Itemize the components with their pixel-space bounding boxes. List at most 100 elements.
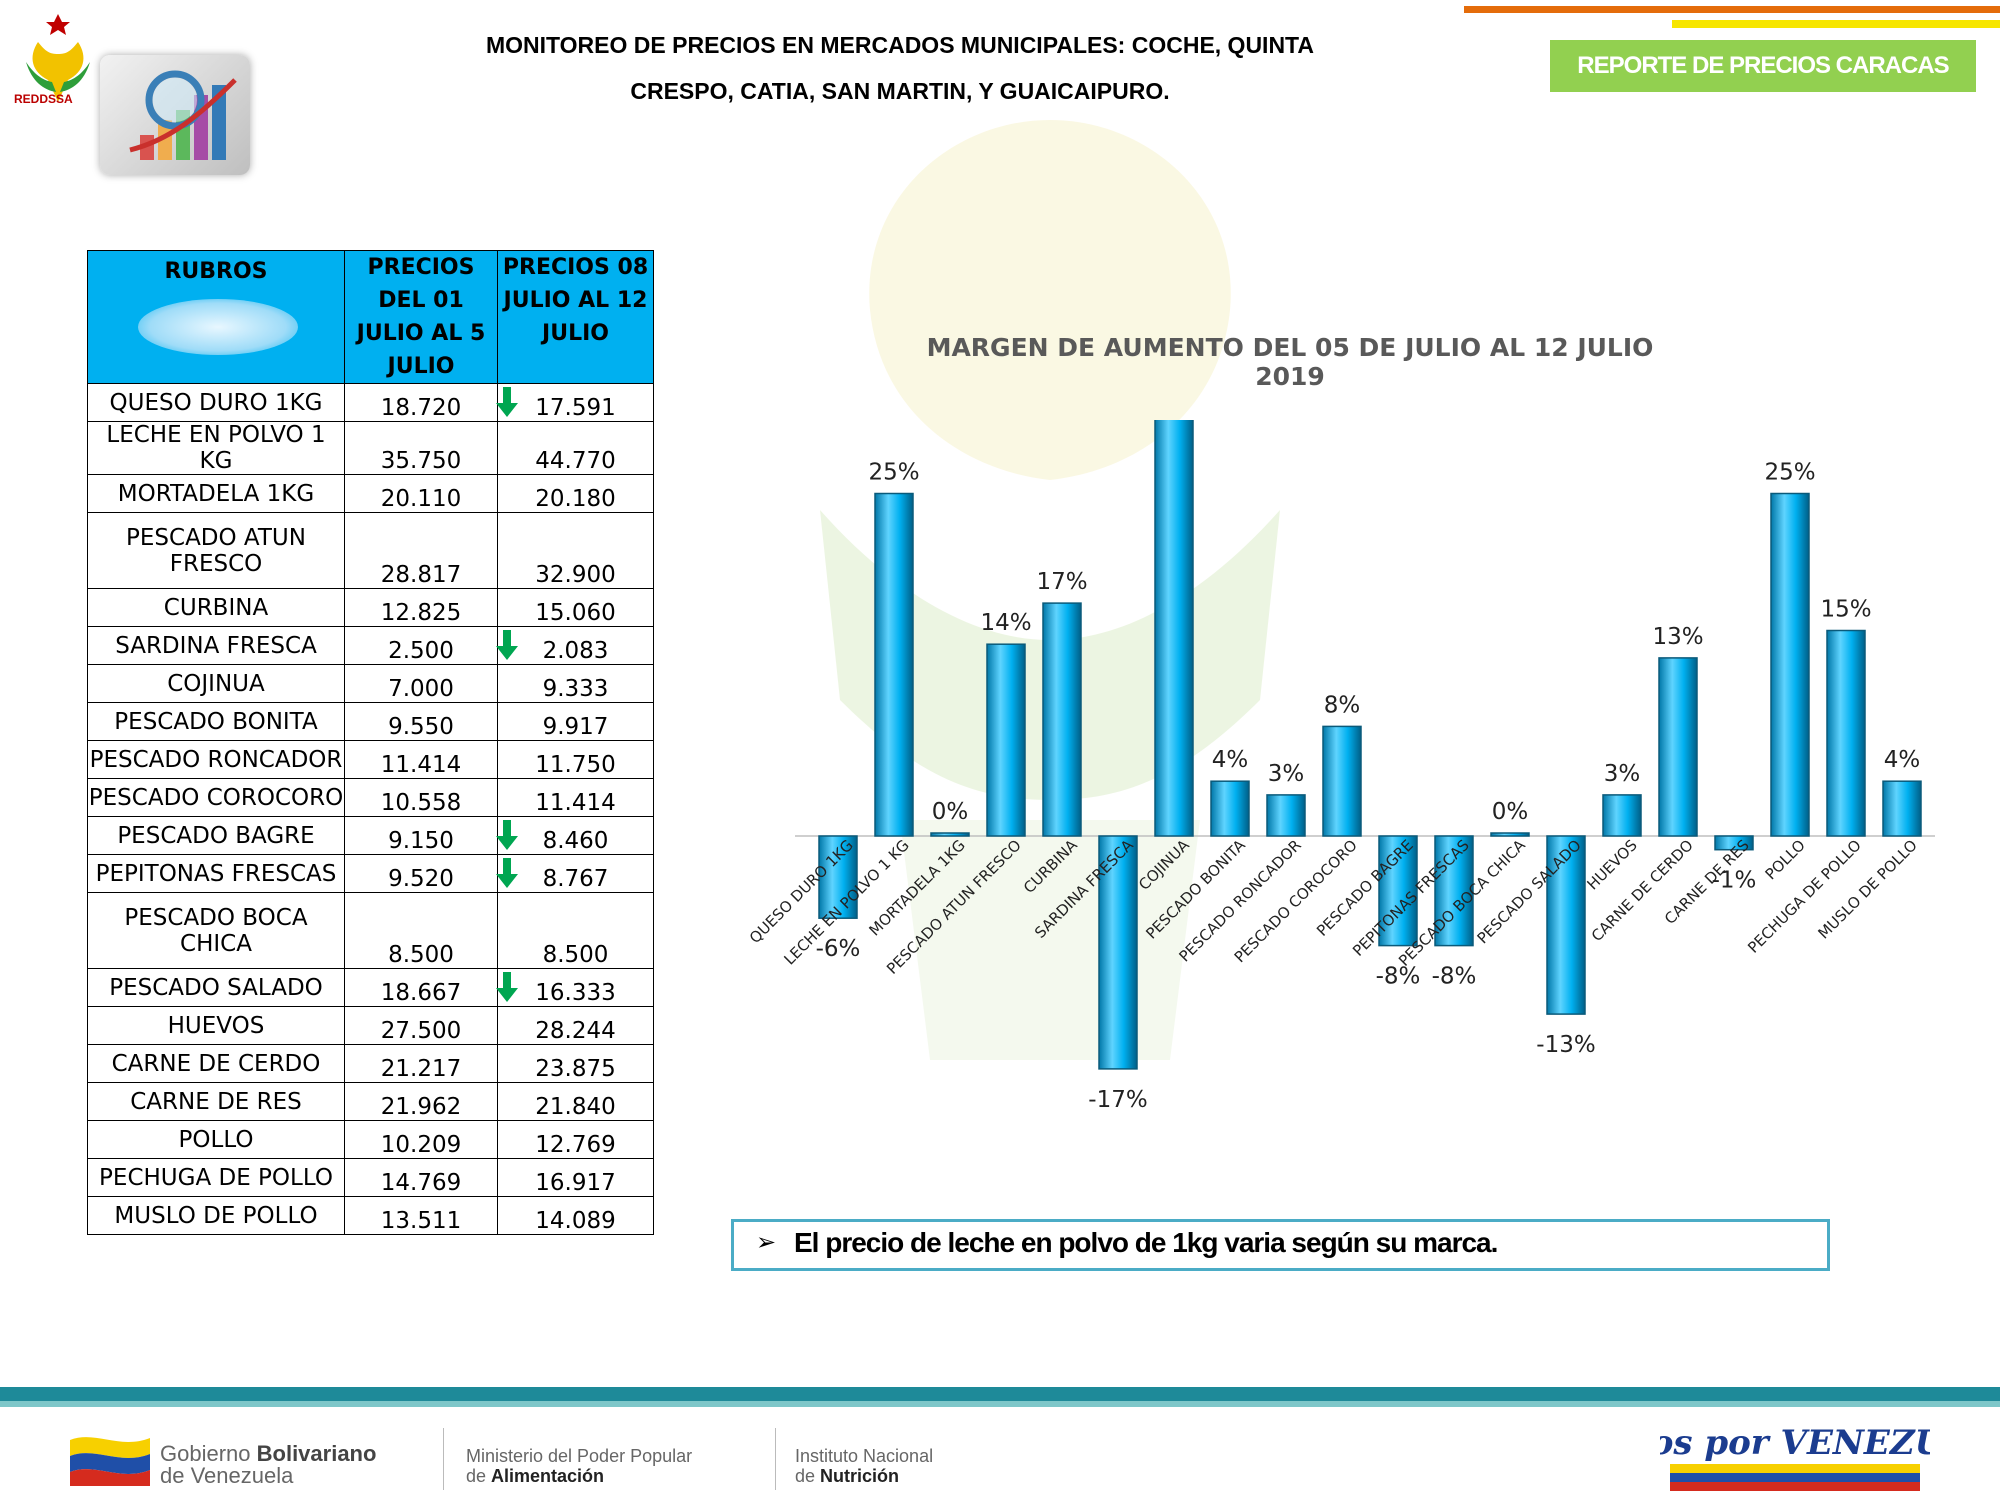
header-prices-week1: PRECIOS DEL 01 JULIO AL 5 JULIO [344, 250, 498, 384]
price-week2-cell: 8.767 [496, 854, 654, 893]
header-rubros: RUBROS [87, 250, 345, 384]
category-label: CARNE DE CERDO [1588, 836, 1697, 945]
bar-data-label: 25% [1764, 460, 1815, 486]
table-row: CURBINA 12.825 15.060 [87, 588, 654, 627]
table-row: MUSLO DE POLLO 13.511 14.089 [87, 1196, 654, 1235]
rubro-name: MORTADELA 1KG [87, 474, 345, 513]
bar [1826, 629, 1866, 837]
down-arrow-icon [496, 858, 518, 888]
bar [1154, 420, 1194, 837]
institute-line2-b: Nutrición [820, 1466, 900, 1486]
bar-data-label: 3% [1268, 761, 1305, 787]
category-label: PESCADO BONITA [1142, 836, 1249, 943]
report-tag: REPORTE DE PRECIOS CARACAS [1550, 40, 1976, 92]
juntos-por-venezuela-logo: Juntos por VENEZUELA [1660, 1423, 1930, 1491]
food-banner-image [138, 299, 298, 355]
price-week2: 11.414 [535, 790, 616, 816]
chart-title: MARGEN DE AUMENTO DEL 05 DE JULIO AL 12 … [926, 333, 1654, 391]
category-label: HUEVOS [1584, 836, 1641, 893]
bar [1490, 832, 1530, 837]
rubro-name: CARNE DE CERDO [87, 1044, 345, 1083]
rubro-name: COJINUA [87, 664, 345, 703]
price-week2-cell: 44.770 [497, 421, 654, 475]
rubro-name: PESCADO RONCADOR [87, 740, 345, 779]
bar-data-label: -13% [1536, 1032, 1595, 1058]
bar-data-label: 13% [1652, 624, 1703, 650]
table-row: PESCADO BONITA 9.550 9.917 [87, 702, 654, 741]
top-yellow-bar [1672, 20, 2000, 28]
bar [930, 832, 970, 837]
bar-data-label: 3% [1604, 761, 1641, 787]
rubro-name: PESCADO SALADO [87, 968, 345, 1007]
price-week1: 21.962 [344, 1082, 498, 1121]
table-row: PECHUGA DE POLLO 14.769 16.917 [87, 1158, 654, 1197]
bar-data-label: 4% [1212, 747, 1249, 773]
price-week1: 9.550 [344, 702, 498, 741]
bar [1882, 780, 1922, 837]
bar [1210, 780, 1250, 837]
price-week1: 9.150 [344, 816, 498, 855]
table-row: PESCADO BAGRE 9.150 8.460 [87, 816, 654, 855]
price-week1: 12.825 [344, 588, 498, 627]
rubro-name: POLLO [87, 1120, 345, 1159]
institute-line2-a: de [795, 1466, 821, 1486]
table-row: PESCADO BOCA CHICA 8.500 8.500 [87, 892, 654, 969]
price-week1: 13.511 [344, 1196, 498, 1235]
category-label: POLLO [1762, 836, 1809, 883]
price-week1: 35.750 [344, 421, 498, 475]
ministry-label: Ministerio del Poder Popular de Alimenta… [466, 1446, 692, 1486]
bar [1042, 602, 1082, 837]
category-label: COJINUA [1135, 836, 1193, 894]
table-row: HUEVOS 27.500 28.244 [87, 1006, 654, 1045]
price-week2: 14.089 [535, 1208, 616, 1234]
bar-data-label: -6% [816, 936, 861, 962]
price-week2-cell: 11.414 [497, 778, 654, 817]
price-week1: 21.217 [344, 1044, 498, 1083]
table-row: COJINUA 7.000 9.333 [87, 664, 654, 703]
down-arrow-icon [496, 387, 518, 417]
page-title-line1: MONITOREO DE PRECIOS EN MERCADOS MUNICIP… [485, 32, 1315, 58]
table-row: PESCADO COROCORO 10.558 11.414 [87, 778, 654, 817]
price-week2-cell: 17.591 [496, 383, 654, 422]
rubro-name: PESCADO BONITA [87, 702, 345, 741]
price-week1: 2.500 [344, 626, 498, 665]
rubro-name: SARDINA FRESCA [87, 626, 345, 665]
rubro-name: CURBINA [87, 588, 345, 627]
price-week2-cell: 8.500 [497, 892, 654, 969]
price-week2: 11.750 [535, 752, 616, 778]
table-row: POLLO 10.209 12.769 [87, 1120, 654, 1159]
price-week1: 11.414 [344, 740, 498, 779]
rubro-name: PESCADO BOCA CHICA [87, 892, 345, 969]
table-row: CARNE DE CERDO 21.217 23.875 [87, 1044, 654, 1083]
price-week1: 8.500 [344, 892, 498, 969]
gov-label: Gobierno Bolivariano de Venezuela [160, 1443, 376, 1487]
price-week2-cell: 28.244 [497, 1006, 654, 1045]
rubro-name: QUESO DURO 1KG [87, 383, 345, 422]
top-orange-bar [1464, 6, 2000, 13]
bar-data-label: 15% [1820, 597, 1871, 623]
bar-data-label: 4% [1884, 747, 1921, 773]
price-week1: 10.558 [344, 778, 498, 817]
rubro-name: MUSLO DE POLLO [87, 1196, 345, 1235]
price-week2-cell: 20.180 [497, 474, 654, 513]
bar-data-label: 14% [980, 610, 1031, 636]
price-week2: 16.917 [535, 1170, 616, 1196]
price-week2: 2.083 [542, 638, 609, 664]
price-week1: 18.667 [344, 968, 498, 1007]
table-row: PESCADO SALADO 18.667 16.333 [87, 968, 654, 1007]
price-week2-cell: 11.750 [497, 740, 654, 779]
bar [1658, 657, 1698, 837]
category-label: MUSLO DE POLLO [1814, 836, 1920, 942]
price-week2-cell: 12.769 [497, 1120, 654, 1159]
footer-separator [775, 1428, 776, 1490]
venezuela-flag-icon [70, 1437, 150, 1486]
ministry-line2-a: de [466, 1466, 492, 1486]
price-week1: 7.000 [344, 664, 498, 703]
rubro-name: PESCADO BAGRE [87, 816, 345, 855]
price-week2: 8.500 [542, 942, 609, 968]
price-week2-cell: 14.089 [497, 1196, 654, 1235]
price-week2: 32.900 [535, 562, 616, 588]
bar [986, 643, 1026, 837]
rubro-name: HUEVOS [87, 1006, 345, 1045]
bar [1602, 794, 1642, 837]
